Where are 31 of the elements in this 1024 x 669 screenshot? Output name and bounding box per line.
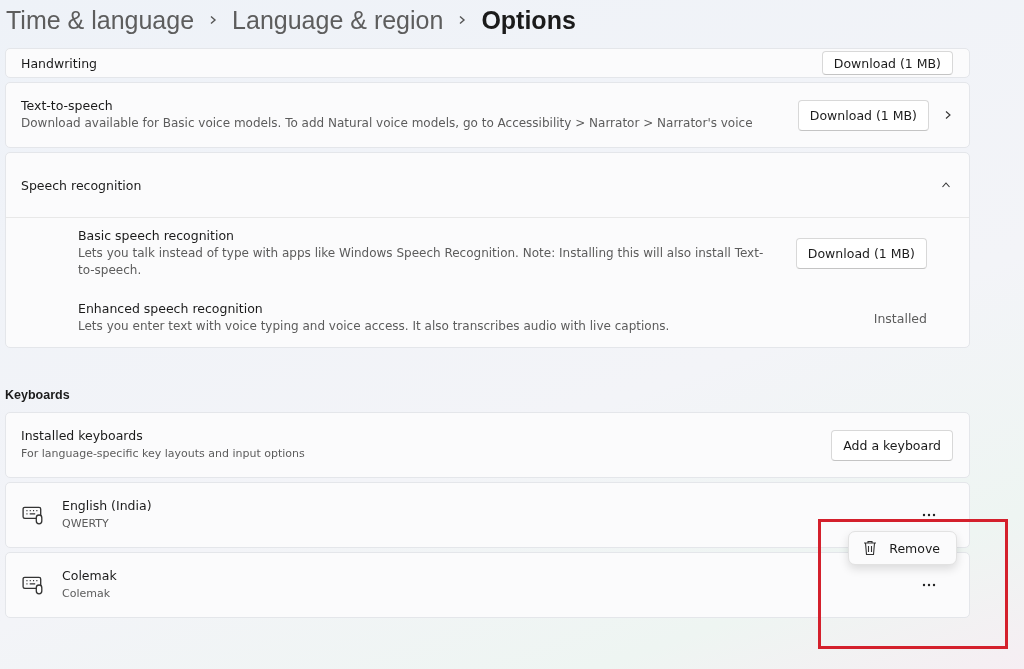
trash-icon <box>863 540 878 556</box>
setting-description: Lets you talk instead of type with apps like Windows Speech Recognition. Note: Installing this will also install Text-to-speech. <box>78 245 765 279</box>
setting-description: Lets you enter text with voice typing and voice access. It also transcribes audio with live captions. <box>78 318 671 335</box>
setting-title: Basic speech recognition <box>78 228 235 243</box>
keyboard-layout: Colemak <box>62 586 112 602</box>
breadcrumb-item[interactable]: Time & language <box>6 5 195 35</box>
chevron-icon[interactable] <box>941 180 951 190</box>
keyboard-name: Colemak <box>62 568 118 583</box>
status-label: Installed <box>873 310 927 326</box>
keyboard-icon <box>22 505 44 525</box>
chevron-right-icon[interactable] <box>943 110 953 120</box>
more-icon[interactable] <box>922 513 936 517</box>
setting-title: Handwriting <box>21 55 97 71</box>
setting-title: Enhanced speech recognition <box>78 301 264 316</box>
keyboard-icon <box>22 575 44 595</box>
breadcrumb-item[interactable]: Language & region <box>232 5 444 35</box>
setting-description: For language-specific key layouts and input options <box>21 446 306 462</box>
keyboard-name: English (India) <box>62 498 153 513</box>
keyboard-layout: QWERTY <box>62 516 110 532</box>
add-keyboard-button[interactable]: Add a keyboard <box>831 429 953 461</box>
section-heading: Keyboards <box>5 388 71 402</box>
breadcrumb-item: Options <box>481 5 576 35</box>
download-button[interactable]: Download (1 MB) <box>821 51 953 75</box>
setting-title: Speech recognition <box>21 177 142 193</box>
more-icon[interactable] <box>922 583 936 587</box>
setting-description: Download available for Basic voice models. To add Natural voice models, go to Accessibility > Narrator > Narrator's voice <box>21 115 754 132</box>
remove-menu-item[interactable]: Remove <box>851 534 954 562</box>
download-button[interactable]: Download (1 MB) <box>797 99 929 131</box>
setting-title: Installed keyboards <box>21 428 144 443</box>
download-button[interactable]: Download (1 MB) <box>795 238 927 269</box>
setting-title: Text-to-speech <box>21 98 114 113</box>
